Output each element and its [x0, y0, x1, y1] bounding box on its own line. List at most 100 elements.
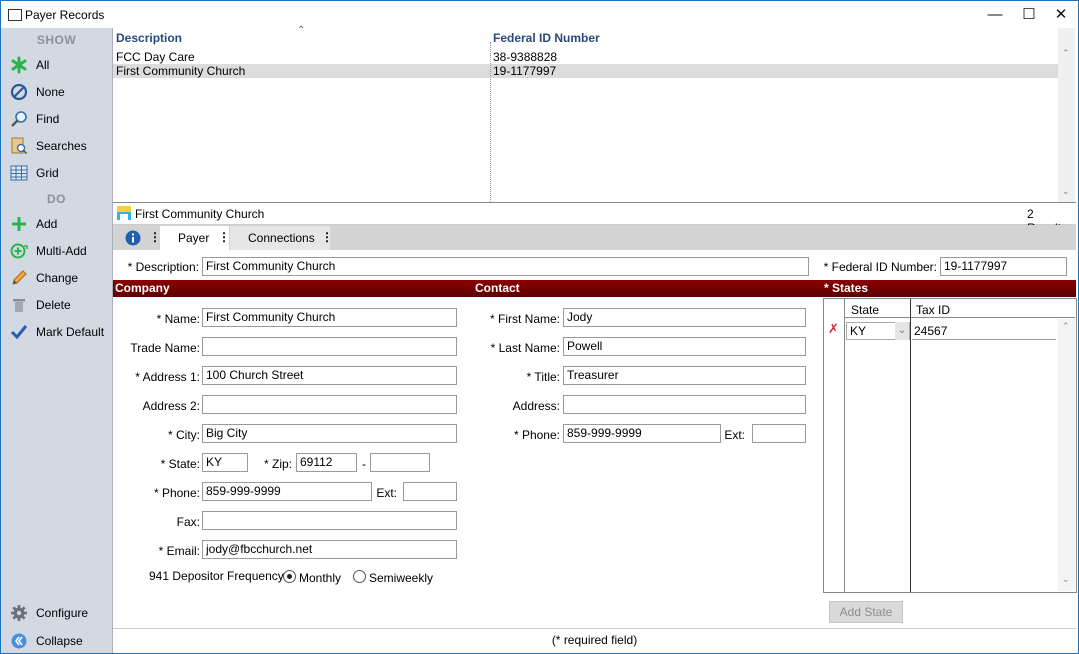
- add-state-button[interactable]: Add State: [829, 601, 903, 623]
- address2-label: Address 2:: [142, 399, 200, 413]
- address1-input[interactable]: 100 Church Street: [202, 366, 457, 385]
- sidebar-item-label: Grid: [36, 166, 59, 180]
- chevron-down-icon[interactable]: ⌄: [895, 322, 909, 340]
- tab-menu-dots[interactable]: ⋮: [321, 230, 333, 244]
- address1-label: * Address 1:: [135, 370, 200, 384]
- sidebar-item-all[interactable]: All: [10, 54, 110, 76]
- last-name-input[interactable]: Powell: [563, 337, 806, 356]
- title-label: * Title:: [526, 370, 560, 384]
- states-grid: State Tax ID ✗ KY ⌄ 24567 ⌃ ⌄: [823, 298, 1077, 593]
- gear-icon: [11, 605, 27, 621]
- sidebar-item-change[interactable]: Change: [10, 267, 110, 289]
- states-heading: * States: [824, 281, 869, 295]
- title-bar: Payer Records — ☐ ✕: [1, 1, 1078, 29]
- monthly-label[interactable]: Monthly: [299, 571, 341, 585]
- address2-input[interactable]: [202, 395, 457, 414]
- asterisk-icon: [11, 56, 27, 74]
- sidebar-item-none[interactable]: None: [10, 81, 110, 103]
- record-header: First Community Church 2 Results: [113, 203, 1076, 235]
- multi-add-icon: [10, 243, 28, 259]
- description-label: * Description:: [127, 260, 199, 274]
- zip-input[interactable]: 69112: [296, 453, 357, 472]
- delete-row-icon[interactable]: ✗: [828, 321, 839, 337]
- column-header-description[interactable]: Description: [116, 31, 182, 45]
- minimize-button[interactable]: —: [978, 1, 1012, 29]
- contact-section-bar: Contact: [473, 280, 822, 297]
- sidebar-item-find[interactable]: Find: [10, 108, 110, 130]
- name-label: * Name:: [156, 312, 200, 326]
- fax-input[interactable]: [202, 511, 457, 530]
- sidebar-item-label: All: [36, 58, 50, 72]
- state-column-header[interactable]: State: [851, 303, 879, 317]
- sidebar-item-label: Change: [36, 271, 79, 285]
- sidebar-item-searches[interactable]: Searches: [10, 135, 110, 157]
- company-heading: Company: [115, 281, 170, 295]
- tab-connections[interactable]: Connections ⋮: [230, 226, 333, 250]
- window-icon: [8, 9, 22, 21]
- company-section-bar: Company: [113, 280, 473, 297]
- column-header-federal-id[interactable]: Federal ID Number: [493, 31, 600, 45]
- states-column-divider: [910, 299, 911, 592]
- trade-name-input[interactable]: [202, 337, 457, 356]
- contact-address-input[interactable]: [563, 395, 806, 414]
- scroll-down-icon[interactable]: ⌄: [1062, 574, 1070, 585]
- maximize-button[interactable]: ☐: [1012, 1, 1046, 29]
- none-icon: [10, 83, 28, 101]
- sort-arrow-icon: ⌃: [297, 25, 306, 36]
- trash-icon: [13, 299, 25, 312]
- tax-id-value[interactable]: 24567: [914, 324, 947, 338]
- table-row[interactable]: FCC Day Care 38-9388828: [113, 50, 1058, 64]
- pencil-icon: [12, 270, 27, 285]
- federal-id-input[interactable]: 19-1177997: [940, 257, 1067, 276]
- company-ext-input[interactable]: [403, 482, 457, 501]
- state-select[interactable]: KY ⌄: [846, 322, 910, 340]
- sidebar-item-configure[interactable]: Configure: [10, 602, 110, 624]
- sidebar-item-mark-default[interactable]: Mark Default: [10, 321, 110, 343]
- description-input[interactable]: First Community Church: [202, 257, 809, 276]
- company-phone-input[interactable]: 859-999-9999: [202, 482, 372, 501]
- contact-address-label: Address:: [512, 399, 560, 413]
- first-name-input[interactable]: Jody: [563, 308, 806, 327]
- semiweekly-label[interactable]: Semiweekly: [369, 571, 433, 585]
- monthly-radio[interactable]: [283, 570, 296, 583]
- scroll-down-icon[interactable]: ⌄: [1062, 186, 1070, 197]
- contact-ext-label: Ext:: [724, 428, 745, 442]
- state-input[interactable]: KY: [202, 453, 248, 472]
- city-input[interactable]: Big City: [202, 424, 457, 443]
- contact-heading: Contact: [475, 281, 520, 295]
- sidebar-item-multi-add[interactable]: Multi-Add: [10, 240, 110, 262]
- semiweekly-radio[interactable]: [353, 570, 366, 583]
- zip-dash: -: [362, 457, 366, 471]
- sidebar-item-collapse[interactable]: Collapse: [10, 630, 110, 652]
- info-icon[interactable]: [125, 230, 141, 246]
- sidebar-item-delete[interactable]: Delete: [10, 294, 110, 316]
- title-input[interactable]: Treasurer: [563, 366, 806, 385]
- sidebar-item-label: Find: [36, 112, 60, 126]
- table-row-selected[interactable]: First Community Church 19-1177997: [113, 64, 1058, 78]
- sidebar: SHOW All None Find Searches Grid DO Add …: [1, 28, 113, 653]
- contact-ext-input[interactable]: [752, 424, 806, 443]
- sidebar-item-label: Add: [36, 217, 58, 231]
- first-name-label: * First Name:: [489, 312, 560, 326]
- close-button[interactable]: ✕: [1044, 1, 1078, 29]
- grid-scrollbar[interactable]: ⌃ ⌄: [1058, 28, 1075, 202]
- scroll-up-icon[interactable]: ⌃: [1062, 321, 1070, 332]
- sidebar-item-add[interactable]: Add: [10, 213, 110, 235]
- record-title: First Community Church: [135, 207, 265, 221]
- company-name-input[interactable]: First Community Church: [202, 308, 457, 327]
- federal-id-label: * Federal ID Number:: [823, 260, 937, 274]
- contact-phone-input[interactable]: 859-999-9999: [563, 424, 721, 443]
- city-label: * City:: [167, 428, 200, 442]
- zip-extension-input[interactable]: [370, 453, 430, 472]
- scroll-up-icon[interactable]: ⌃: [1062, 48, 1070, 59]
- tax-id-column-header[interactable]: Tax ID: [916, 303, 950, 317]
- sidebar-item-grid[interactable]: Grid: [10, 162, 110, 184]
- plus-icon: [12, 217, 26, 231]
- states-scrollbar[interactable]: ⌃ ⌄: [1058, 319, 1075, 591]
- checkmark-icon: [10, 325, 28, 340]
- tab-menu-dots[interactable]: ⋮: [218, 230, 230, 244]
- sidebar-item-label: Multi-Add: [36, 244, 87, 258]
- email-input[interactable]: jody@fbcchurch.net: [202, 540, 457, 559]
- states-section-bar: * States: [822, 280, 1076, 297]
- tab-payer[interactable]: Payer ⋮: [160, 226, 230, 250]
